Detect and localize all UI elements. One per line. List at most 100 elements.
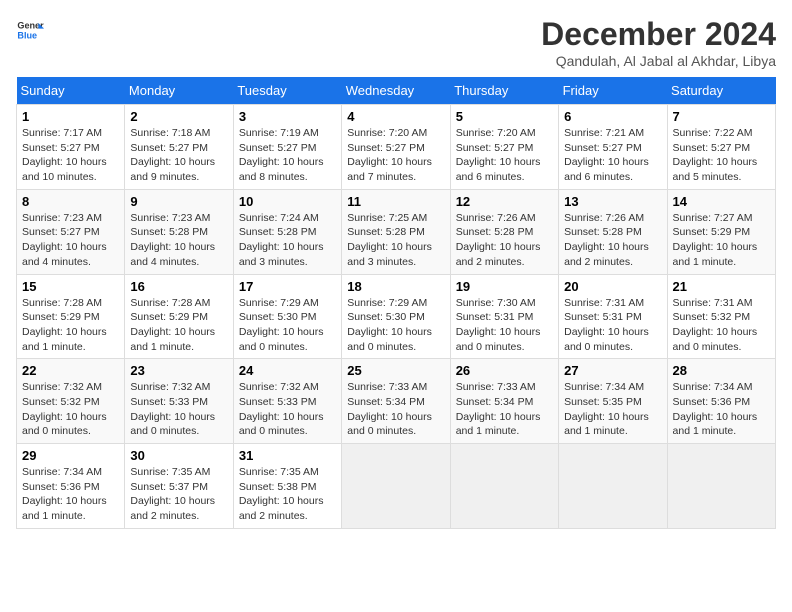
calendar-cell: 9 Sunrise: 7:23 AM Sunset: 5:28 PM Daylig… [125, 189, 233, 274]
day-number: 2 [130, 109, 227, 124]
day-number: 4 [347, 109, 444, 124]
day-number: 12 [456, 194, 553, 209]
title-area: December 2024 Qandulah, Al Jabal al Akhd… [541, 16, 776, 69]
day-info: Sunrise: 7:26 AM Sunset: 5:28 PM Dayligh… [456, 211, 553, 270]
weekday-header-wednesday: Wednesday [342, 77, 450, 105]
day-number: 8 [22, 194, 119, 209]
calendar-cell: 26Sunrise: 7:33 AM Sunset: 5:34 PM Dayli… [450, 359, 558, 444]
calendar-cell: 25 Sunrise: 7:33 AM Sunset: 5:34 PM Dayli… [342, 359, 450, 444]
day-number: 20 [564, 279, 661, 294]
day-info: Sunrise: 7:32 AM Sunset: 5:33 PM Dayligh… [130, 380, 227, 439]
calendar-cell: 22 Sunrise: 7:32 AM Sunset: 5:32 PM Dayli… [17, 359, 125, 444]
calendar-cell: 10 Sunrise: 7:24 AM Sunset: 5:28 PM Dayli… [233, 189, 341, 274]
day-number: 1 [22, 109, 119, 124]
day-info: Sunrise: 7:31 AM Sunset: 5:32 PM Dayligh… [673, 296, 770, 355]
day-number: 24 [239, 363, 336, 378]
calendar-cell: 21 Sunrise: 7:31 AM Sunset: 5:32 PM Dayli… [667, 274, 775, 359]
calendar-cell: 31 Sunrise: 7:35 AM Sunset: 5:38 PM Dayli… [233, 444, 341, 529]
calendar-week-row: 22 Sunrise: 7:32 AM Sunset: 5:32 PM Dayli… [17, 359, 776, 444]
day-info: Sunrise: 7:21 AM Sunset: 5:27 PM Dayligh… [564, 126, 661, 185]
day-number: 25 [347, 363, 444, 378]
weekday-header-row: SundayMondayTuesdayWednesdayThursdayFrid… [17, 77, 776, 105]
calendar-cell: 24Sunrise: 7:32 AM Sunset: 5:33 PM Dayli… [233, 359, 341, 444]
day-number: 30 [130, 448, 227, 463]
calendar-cell: 5 Sunrise: 7:20 AM Sunset: 5:27 PM Daylig… [450, 105, 558, 190]
weekday-header-tuesday: Tuesday [233, 77, 341, 105]
day-info: Sunrise: 7:23 AM Sunset: 5:28 PM Dayligh… [130, 211, 227, 270]
day-number: 26 [456, 363, 553, 378]
calendar-cell-empty [342, 444, 450, 529]
calendar-cell: 12 Sunrise: 7:26 AM Sunset: 5:28 PM Dayli… [450, 189, 558, 274]
calendar-table: SundayMondayTuesdayWednesdayThursdayFrid… [16, 77, 776, 529]
day-info: Sunrise: 7:25 AM Sunset: 5:28 PM Dayligh… [347, 211, 444, 270]
calendar-cell: 3Sunrise: 7:19 AM Sunset: 5:27 PM Daylig… [233, 105, 341, 190]
day-number: 21 [673, 279, 770, 294]
day-number: 27 [564, 363, 661, 378]
day-info: Sunrise: 7:19 AM Sunset: 5:27 PM Dayligh… [239, 126, 336, 185]
header: General Blue December 2024 Qandulah, Al … [16, 16, 776, 69]
calendar-cell: 8 Sunrise: 7:23 AM Sunset: 5:27 PM Daylig… [17, 189, 125, 274]
day-number: 31 [239, 448, 336, 463]
day-info: Sunrise: 7:34 AM Sunset: 5:36 PM Dayligh… [673, 380, 770, 439]
day-number: 22 [22, 363, 119, 378]
day-info: Sunrise: 7:31 AM Sunset: 5:31 PM Dayligh… [564, 296, 661, 355]
day-info: Sunrise: 7:35 AM Sunset: 5:37 PM Dayligh… [130, 465, 227, 524]
day-info: Sunrise: 7:30 AM Sunset: 5:31 PM Dayligh… [456, 296, 553, 355]
day-number: 5 [456, 109, 553, 124]
day-info: Sunrise: 7:23 AM Sunset: 5:27 PM Dayligh… [22, 211, 119, 270]
day-number: 17 [239, 279, 336, 294]
calendar-cell: 17 Sunrise: 7:29 AM Sunset: 5:30 PM Dayli… [233, 274, 341, 359]
logo: General Blue [16, 16, 44, 44]
calendar-title: December 2024 [541, 16, 776, 53]
day-info: Sunrise: 7:20 AM Sunset: 5:27 PM Dayligh… [347, 126, 444, 185]
day-info: Sunrise: 7:26 AM Sunset: 5:28 PM Dayligh… [564, 211, 661, 270]
calendar-cell: 6 Sunrise: 7:21 AM Sunset: 5:27 PM Daylig… [559, 105, 667, 190]
calendar-cell: 13 Sunrise: 7:26 AM Sunset: 5:28 PM Dayli… [559, 189, 667, 274]
day-number: 18 [347, 279, 444, 294]
calendar-cell: 15 Sunrise: 7:28 AM Sunset: 5:29 PM Dayli… [17, 274, 125, 359]
weekday-header-thursday: Thursday [450, 77, 558, 105]
weekday-header-sunday: Sunday [17, 77, 125, 105]
svg-text:Blue: Blue [17, 30, 37, 40]
day-info: Sunrise: 7:20 AM Sunset: 5:27 PM Dayligh… [456, 126, 553, 185]
calendar-cell: 16Sunrise: 7:28 AM Sunset: 5:29 PM Dayli… [125, 274, 233, 359]
day-info: Sunrise: 7:24 AM Sunset: 5:28 PM Dayligh… [239, 211, 336, 270]
calendar-cell: 14Sunrise: 7:27 AM Sunset: 5:29 PM Dayli… [667, 189, 775, 274]
day-number: 9 [130, 194, 227, 209]
day-info: Sunrise: 7:34 AM Sunset: 5:35 PM Dayligh… [564, 380, 661, 439]
calendar-cell: 27 Sunrise: 7:34 AM Sunset: 5:35 PM Dayli… [559, 359, 667, 444]
day-info: Sunrise: 7:28 AM Sunset: 5:29 PM Dayligh… [130, 296, 227, 355]
day-number: 14 [673, 194, 770, 209]
day-info: Sunrise: 7:29 AM Sunset: 5:30 PM Dayligh… [239, 296, 336, 355]
calendar-subtitle: Qandulah, Al Jabal al Akhdar, Libya [541, 53, 776, 69]
calendar-cell: 11 Sunrise: 7:25 AM Sunset: 5:28 PM Dayli… [342, 189, 450, 274]
day-number: 11 [347, 194, 444, 209]
day-info: Sunrise: 7:22 AM Sunset: 5:27 PM Dayligh… [673, 126, 770, 185]
calendar-cell: 18 Sunrise: 7:29 AM Sunset: 5:30 PM Dayli… [342, 274, 450, 359]
day-number: 10 [239, 194, 336, 209]
calendar-cell: 20 Sunrise: 7:31 AM Sunset: 5:31 PM Dayli… [559, 274, 667, 359]
day-info: Sunrise: 7:17 AM Sunset: 5:27 PM Dayligh… [22, 126, 119, 185]
calendar-week-row: 29Sunrise: 7:34 AM Sunset: 5:36 PM Dayli… [17, 444, 776, 529]
day-number: 13 [564, 194, 661, 209]
day-info: Sunrise: 7:33 AM Sunset: 5:34 PM Dayligh… [347, 380, 444, 439]
calendar-week-row: 15 Sunrise: 7:28 AM Sunset: 5:29 PM Dayli… [17, 274, 776, 359]
calendar-cell: 29Sunrise: 7:34 AM Sunset: 5:36 PM Dayli… [17, 444, 125, 529]
day-info: Sunrise: 7:29 AM Sunset: 5:30 PM Dayligh… [347, 296, 444, 355]
calendar-cell-empty [667, 444, 775, 529]
day-number: 6 [564, 109, 661, 124]
calendar-cell: 28 Sunrise: 7:34 AM Sunset: 5:36 PM Dayli… [667, 359, 775, 444]
day-info: Sunrise: 7:34 AM Sunset: 5:36 PM Dayligh… [22, 465, 119, 524]
weekday-header-friday: Friday [559, 77, 667, 105]
day-info: Sunrise: 7:35 AM Sunset: 5:38 PM Dayligh… [239, 465, 336, 524]
day-number: 7 [673, 109, 770, 124]
calendar-cell: 7 Sunrise: 7:22 AM Sunset: 5:27 PM Daylig… [667, 105, 775, 190]
weekday-header-saturday: Saturday [667, 77, 775, 105]
day-number: 19 [456, 279, 553, 294]
day-number: 15 [22, 279, 119, 294]
calendar-cell: 4 Sunrise: 7:20 AM Sunset: 5:27 PM Daylig… [342, 105, 450, 190]
day-info: Sunrise: 7:28 AM Sunset: 5:29 PM Dayligh… [22, 296, 119, 355]
day-number: 28 [673, 363, 770, 378]
day-info: Sunrise: 7:32 AM Sunset: 5:32 PM Dayligh… [22, 380, 119, 439]
calendar-cell: 30 Sunrise: 7:35 AM Sunset: 5:37 PM Dayli… [125, 444, 233, 529]
